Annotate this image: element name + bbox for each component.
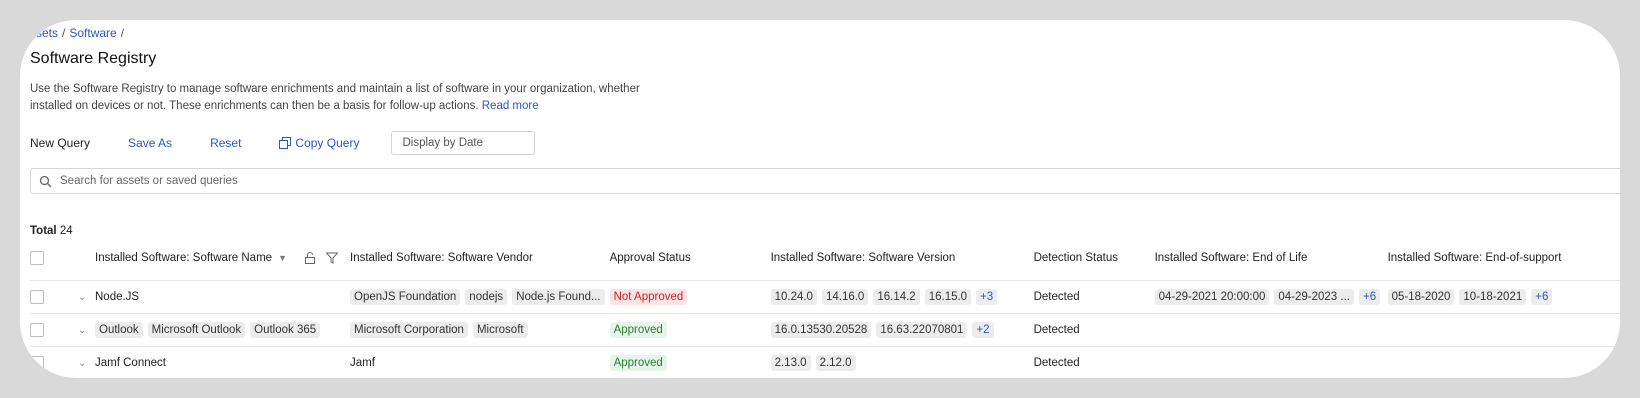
table-header-row: Installed Software: Software Name ▼ Insta… (30, 236, 1620, 281)
unlock-icon[interactable] (304, 252, 316, 264)
page-card: ssets / Software / Software Registry Use th… (20, 20, 1620, 378)
filter-icon[interactable] (326, 252, 339, 264)
version-tag: 16.15.0 (924, 289, 972, 305)
query-toolbar: New Query Save As Reset Copy Query Displ… (30, 130, 536, 156)
status-badge: Approved (609, 322, 667, 338)
column-header-detection[interactable]: Detection Status (1034, 236, 1155, 281)
read-more-link[interactable]: Read more (482, 100, 539, 112)
cell-detection: Detected (1033, 346, 1155, 378)
cell-eol (1154, 313, 1388, 347)
column-header-eol[interactable]: Installed Software: End of Life (1155, 236, 1388, 281)
cell-version: 16.0.13530.20528 16.63.22070801 +2 (770, 313, 1034, 347)
cell-version: 10.24.0 14.16.0 16.14.2 16.15.0 +3 (770, 280, 1034, 314)
vendor-tag: Node.js Found... (512, 289, 605, 305)
breadcrumb-separator: / (120, 26, 125, 40)
breadcrumb-separator: / (62, 26, 66, 40)
version-tag: 16.14.2 (873, 289, 920, 305)
column-header-approval[interactable]: Approval Status (610, 236, 771, 281)
search-placeholder: Search for assets or saved queries (60, 175, 238, 187)
row-checkbox[interactable] (30, 356, 44, 370)
display-by-date-field[interactable]: Display by Date (391, 131, 536, 155)
cell-eos (1387, 313, 1620, 347)
vendor-tag: Microsoft (472, 322, 528, 338)
column-header-vendor[interactable]: Installed Software: Software Vendor (350, 236, 610, 281)
chevron-down-icon[interactable]: ⌄ (78, 325, 86, 336)
window-frame: ssets / Software / Software Registry Use th… (0, 0, 1640, 398)
more-versions-button[interactable]: +2 (972, 322, 994, 338)
column-header-version[interactable]: Installed Software: Software Version (771, 236, 1034, 281)
version-tag: 16.63.22070801 (876, 322, 968, 338)
search-input[interactable]: Search for assets or saved queries (30, 168, 1620, 194)
cell-vendor: Microsoft Corporation Microsoft (350, 313, 610, 347)
search-icon (39, 175, 52, 187)
status-badge: Not Approved (609, 289, 688, 305)
cell-name: Outlook Microsoft Outlook Outlook 365 (95, 313, 350, 347)
save-as-button[interactable]: Save As (128, 136, 172, 150)
vendor-tag: OpenJS Foundation (350, 289, 461, 305)
name-tag: Microsoft Outlook (147, 322, 246, 338)
copy-icon (279, 137, 292, 149)
name-tag: Outlook 365 (250, 322, 321, 338)
status-badge: Approved (609, 355, 667, 371)
vendor-tag: Microsoft Corporation (350, 322, 468, 338)
eol-tag: 04-29-2023 ... (1274, 289, 1354, 305)
more-eol-button[interactable]: +6 (1358, 289, 1381, 305)
cell-eos: 05-18-2020 10-18-2021 +6 (1387, 280, 1620, 314)
more-versions-button[interactable]: +3 (976, 289, 998, 305)
column-header-eos[interactable]: Installed Software: End-of-support (1388, 236, 1620, 281)
sort-caret-icon[interactable]: ▼ (278, 253, 287, 263)
version-tag: 14.16.0 (821, 289, 869, 305)
chevron-down-icon[interactable]: ⌄ (78, 358, 86, 369)
breadcrumb-assets[interactable]: ssets (30, 26, 58, 40)
version-tag: 16.0.13530.20528 (770, 322, 872, 338)
row-checkbox[interactable] (30, 323, 44, 337)
cell-detection: Detected (1033, 313, 1155, 347)
name-tag: Outlook (95, 322, 143, 338)
breadcrumb-software[interactable]: Software (69, 26, 116, 40)
cell-name: Node.JS (95, 280, 350, 314)
table-row[interactable]: ⌄ Node.JS OpenJS Foundation nodejs Node.js… (30, 280, 1620, 314)
eol-tag: 04-29-2021 20:00:00 (1154, 289, 1270, 305)
version-tag: 2.12.0 (815, 355, 856, 371)
description-text: Use the Software Registry to manage soft… (30, 83, 640, 112)
cell-eol: 04-29-2021 20:00:00 04-29-2023 ... +6 (1154, 280, 1388, 314)
new-query-button[interactable]: New Query (30, 136, 90, 150)
cell-vendor: Jamf (350, 346, 610, 378)
select-all-checkbox[interactable] (30, 251, 44, 265)
vendor-tag: nodejs (465, 289, 508, 305)
row-checkbox[interactable] (30, 290, 44, 304)
eos-tag: 10-18-2021 (1459, 289, 1527, 305)
cell-version: 2.13.0 2.12.0 (770, 346, 1034, 378)
table-row[interactable]: ⌄ Outlook Microsoft Outlook Outlook 365 Mi… (30, 313, 1620, 347)
more-eos-button[interactable]: +6 (1531, 289, 1553, 305)
column-header-name[interactable]: Installed Software: Software Name ▼ (95, 236, 350, 281)
cell-eos (1387, 346, 1620, 378)
cell-vendor: OpenJS Foundation nodejs Node.js Found... (350, 280, 610, 314)
reset-button[interactable]: Reset (210, 136, 241, 150)
cell-eol (1154, 346, 1388, 378)
page-title: Software Registry (30, 50, 157, 67)
column-name-label: Installed Software: Software Name (95, 252, 273, 265)
copy-query-button[interactable]: Copy Query (279, 136, 359, 150)
software-table: Installed Software: Software Name ▼ Insta… (30, 236, 1620, 378)
eos-tag: 05-18-2020 (1387, 289, 1455, 305)
breadcrumb: ssets / Software / (30, 26, 128, 40)
cell-detection: Detected (1033, 280, 1155, 314)
copy-query-label: Copy Query (295, 136, 360, 150)
chevron-down-icon[interactable]: ⌄ (78, 292, 86, 303)
page-description: Use the Software Registry to manage soft… (30, 81, 670, 115)
table-row[interactable]: ⌄ Jamf Connect Jamf Approved 2.13.0 2.12.… (30, 346, 1620, 378)
cell-name: Jamf Connect (95, 346, 350, 378)
display-by-date-placeholder: Display by Date (402, 137, 483, 149)
version-tag: 10.24.0 (770, 289, 817, 305)
version-tag: 2.13.0 (770, 355, 811, 371)
